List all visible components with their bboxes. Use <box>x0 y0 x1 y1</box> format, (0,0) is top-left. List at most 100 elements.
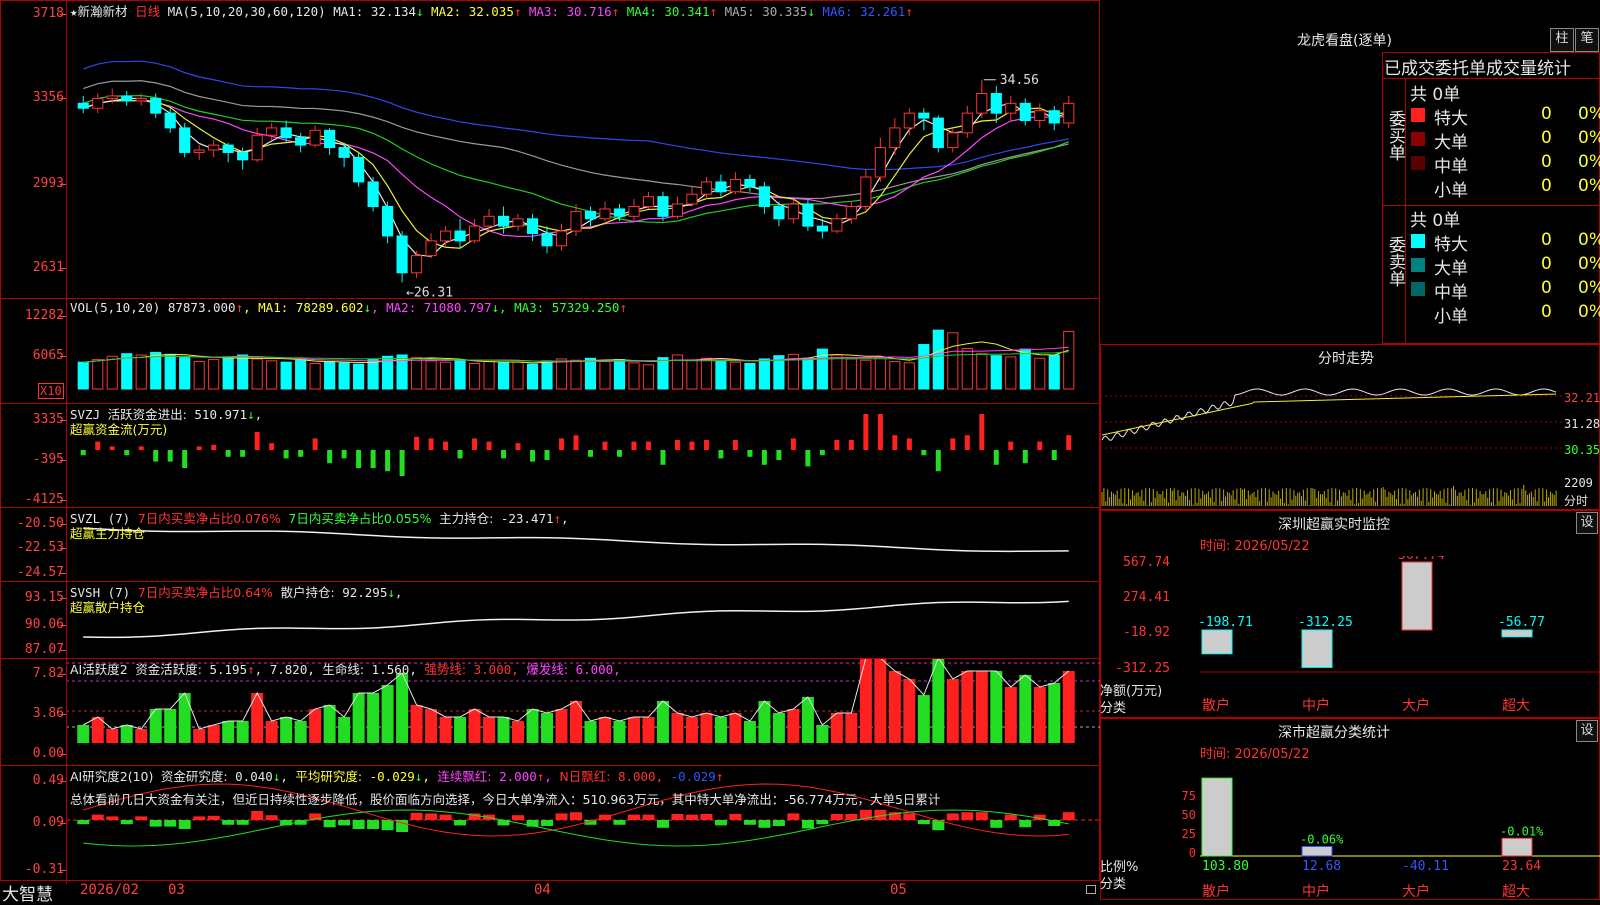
fund-flow-bar <box>559 438 565 450</box>
ai2-value-2: -0.029 <box>369 769 415 784</box>
research-bar <box>77 820 90 825</box>
research-bar <box>961 812 974 820</box>
volume-bar <box>845 358 857 390</box>
ai1-value-1: 5.195 <box>209 662 248 677</box>
ma-value-2: 32.035 <box>468 4 514 19</box>
activity-bar <box>1004 687 1017 743</box>
ai2-value-1: 0.040 <box>235 769 273 784</box>
volume-bar <box>860 359 872 390</box>
ma-header: MA(5,10,20,30,60,120) <box>167 4 326 19</box>
x-label-feb: 2026/02 <box>80 882 140 898</box>
research-bar <box>830 814 843 820</box>
sz-monitor-settings-button[interactable]: 设 <box>1576 512 1598 534</box>
fund-flow-bar <box>979 414 985 450</box>
activity-bar <box>222 721 235 743</box>
research-bar <box>671 814 684 820</box>
monitor-bar <box>1501 629 1533 638</box>
order-color-swatch <box>1411 234 1425 248</box>
intraday-tick-3: 30.35 <box>1564 443 1600 457</box>
research-bar <box>454 820 467 826</box>
y-tick-label: 93.15 <box>24 590 64 605</box>
class-stats-chart[interactable]: 75 50 25 0 103.80 散户 12.68 -0.06% 中户 -40.11 大户 23.6… <box>1100 764 1600 900</box>
candle-body <box>860 176 872 207</box>
research-bar <box>1062 812 1075 820</box>
volume-bar <box>135 354 147 390</box>
candle-body <box>787 203 799 220</box>
monitor-category: 散户 <box>1202 697 1230 714</box>
class-bar <box>1301 845 1333 857</box>
volume-bar <box>468 363 481 390</box>
y-tick-label: 3335 <box>32 412 64 427</box>
volume-bar <box>164 353 176 390</box>
svsh-arrow: ↓ <box>387 585 395 600</box>
fund-flow-bar <box>892 435 898 450</box>
ai1-value-4: 3.000 <box>473 662 512 677</box>
fund-flow-bar <box>805 450 811 467</box>
fund-flow-bar <box>443 441 449 450</box>
research-bar <box>642 814 655 820</box>
y-tick-label: 12282 <box>24 308 64 323</box>
candlestick-chart[interactable]: 34.56 ←26.31 <box>66 0 1100 298</box>
research-bar <box>917 820 930 825</box>
research-bar <box>787 813 800 820</box>
research-bar <box>975 812 988 820</box>
order-row-pct: 0% <box>1578 302 1600 322</box>
intraday-chart[interactable] <box>1100 370 1562 510</box>
research-bar <box>627 814 640 820</box>
ai2-value-5: -0.029 <box>670 769 716 784</box>
volume-bar <box>367 359 379 390</box>
candle-body <box>932 117 944 149</box>
lock-icon[interactable] <box>1086 885 1096 894</box>
tick-mode-button[interactable]: 笔 <box>1575 28 1599 52</box>
monitor-category: 大户 <box>1402 697 1430 714</box>
research-bar <box>1019 820 1032 828</box>
period-label[interactable]: 日线 <box>135 4 160 19</box>
class-category: 中户 <box>1302 883 1330 900</box>
candle-body <box>382 205 394 237</box>
activity-bar <box>468 709 481 743</box>
vol-header: VOL(5,10,20) 87873.000↑, MA1: 78289.602↓… <box>70 300 627 315</box>
research-bar <box>91 814 104 820</box>
activity-bar <box>497 717 510 743</box>
order-row-count: 0 <box>1541 278 1552 298</box>
activity-bar <box>801 697 814 743</box>
activity-bar <box>512 721 525 743</box>
volume-bar <box>309 363 321 390</box>
monitor-y-tick: -312.25 <box>1115 661 1170 676</box>
ma-value-4: 30.341 <box>664 4 710 19</box>
volume-bar <box>266 360 278 390</box>
y-tick-label: 6065 <box>32 348 64 363</box>
research-bar <box>990 820 1003 828</box>
volume-bar <box>179 357 191 390</box>
class-stats-settings-button[interactable]: 设 <box>1576 720 1598 742</box>
candle-body <box>324 129 336 149</box>
fund-flow-bar <box>457 450 463 459</box>
volume-bar <box>454 359 466 390</box>
intraday-price-line <box>1101 388 1557 441</box>
order-row-count: 0 <box>1541 302 1552 322</box>
fund-flow-bar <box>1022 450 1028 464</box>
activity-bar <box>975 671 988 743</box>
class-date-value: 2026/05/22 <box>1234 747 1310 762</box>
fund-flow-bar <box>501 450 507 459</box>
y-tick-label: -395 <box>32 452 64 467</box>
sell-total: 共 0单 <box>1410 211 1461 231</box>
fund-flow-bar <box>95 441 101 450</box>
fund-flow-bar <box>863 414 869 450</box>
low-label: ←26.31 <box>406 285 453 298</box>
fund-flow-bar <box>921 450 927 456</box>
volume-bar <box>889 361 901 390</box>
candle-body <box>77 102 89 109</box>
sz-monitor-chart[interactable]: 567.74 274.41 -18.92 -312.25 -198.71 散户 -312.2… <box>1100 556 1600 716</box>
fund-flow-bar <box>935 450 941 472</box>
fund-flow-bar <box>138 446 144 450</box>
activity-bar <box>932 659 945 743</box>
activity-bar <box>381 685 394 743</box>
volume-bar <box>222 356 234 390</box>
candle-body <box>715 181 727 193</box>
candle-body <box>454 230 466 242</box>
activity-bar <box>729 713 742 743</box>
candle-body <box>918 112 930 119</box>
monitor-bar-label: -198.71 <box>1198 615 1253 630</box>
bar-mode-button[interactable]: 柱 <box>1550 28 1574 52</box>
